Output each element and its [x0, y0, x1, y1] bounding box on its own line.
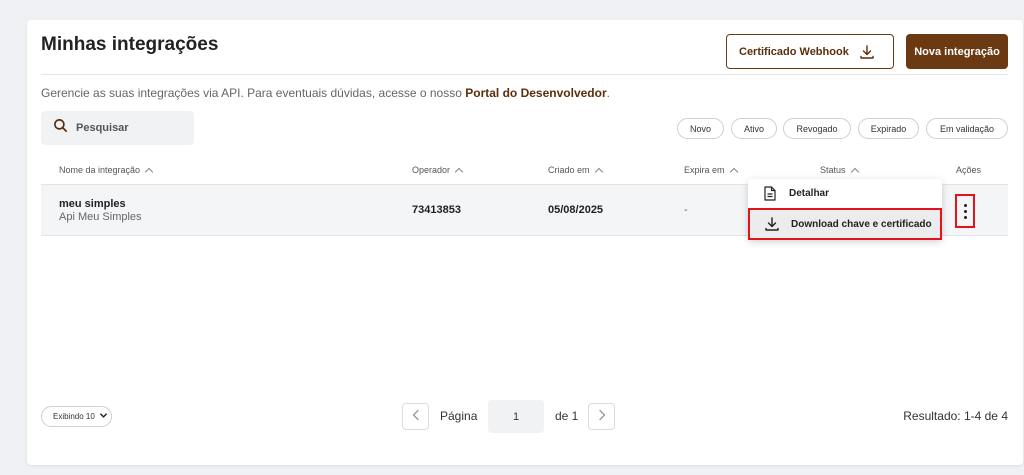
header-divider	[41, 74, 1008, 75]
integration-name: meu simples	[59, 198, 126, 210]
page-number-input[interactable]	[488, 400, 544, 433]
sort-caret-icon	[594, 167, 603, 176]
filter-em-validacao[interactable]: Em validação	[926, 118, 1008, 139]
column-label: Expira em	[684, 165, 725, 175]
column-header-created[interactable]: Criado em	[548, 165, 603, 176]
page-size-select[interactable]: Exibindo 10	[41, 406, 112, 427]
expires-date: -	[684, 204, 688, 216]
column-label: Criado em	[548, 165, 590, 175]
search-icon	[53, 118, 68, 138]
developer-portal-link[interactable]: Portal do Desenvolvedor	[465, 86, 606, 100]
search-box	[41, 111, 194, 145]
menu-item-detalhar[interactable]: Detalhar	[748, 179, 942, 208]
operator-value: 73413853	[412, 204, 461, 216]
new-integration-button[interactable]: Nova integração	[906, 34, 1008, 69]
kebab-dot	[963, 203, 967, 207]
integration-description: Api Meu Simples	[59, 211, 142, 223]
column-label: Status	[820, 165, 846, 175]
chevron-left-icon	[411, 408, 421, 426]
previous-page-button[interactable]	[402, 403, 429, 430]
row-actions-button[interactable]	[955, 194, 975, 228]
created-date: 05/08/2025	[548, 204, 604, 216]
document-icon	[762, 186, 778, 202]
subtitle-text: Gerencie as suas integrações via API. Pa…	[41, 86, 466, 100]
filter-revogado[interactable]: Revogado	[783, 118, 851, 139]
column-header-name[interactable]: Nome da integração	[59, 165, 154, 176]
sort-caret-icon	[729, 167, 738, 176]
menu-item-label: Download chave e certificado	[791, 218, 932, 230]
next-page-button[interactable]	[588, 403, 615, 430]
download-icon	[859, 44, 875, 63]
column-label: Nome da integração	[59, 165, 141, 175]
column-header-operator[interactable]: Operador	[412, 165, 464, 176]
webhook-button-label: Certificado Webhook	[739, 45, 849, 58]
column-header-status[interactable]: Status	[820, 165, 859, 176]
download-icon	[764, 216, 780, 232]
kebab-dot	[963, 209, 967, 213]
result-count: Resultado: 1-4 de 4	[903, 409, 1008, 423]
webhook-certificate-button[interactable]: Certificado Webhook	[726, 34, 894, 69]
column-label: Ações	[956, 165, 982, 175]
sort-caret-icon	[454, 167, 464, 176]
chevron-right-icon	[597, 408, 607, 426]
chevron-down-icon	[99, 411, 108, 422]
subtitle-suffix: .	[606, 86, 610, 100]
filter-expirado[interactable]: Expirado	[858, 118, 919, 139]
menu-item-label: Detalhar	[789, 188, 830, 199]
page-subtitle: Gerencie as suas integrações via API. Pa…	[41, 86, 610, 100]
sort-caret-icon	[144, 167, 154, 176]
page-label: Página	[440, 409, 478, 423]
column-header-actions: Ações	[956, 165, 981, 175]
filter-ativo[interactable]: Ativo	[731, 118, 777, 139]
menu-item-download[interactable]: Download chave e certificado	[748, 208, 942, 240]
sort-caret-icon	[850, 167, 859, 176]
column-label: Operador	[412, 165, 451, 175]
total-pages-label: de 1	[555, 409, 579, 423]
page-size-label: Exibindo 10	[53, 412, 95, 421]
page-title: Minhas integrações	[41, 34, 219, 55]
kebab-dot	[963, 215, 967, 219]
search-input[interactable]	[76, 122, 176, 134]
actions-dropdown-menu: Detalhar Download chave e certificado	[748, 179, 942, 240]
filter-novo[interactable]: Novo	[677, 118, 724, 139]
column-header-expires[interactable]: Expira em	[684, 165, 738, 176]
